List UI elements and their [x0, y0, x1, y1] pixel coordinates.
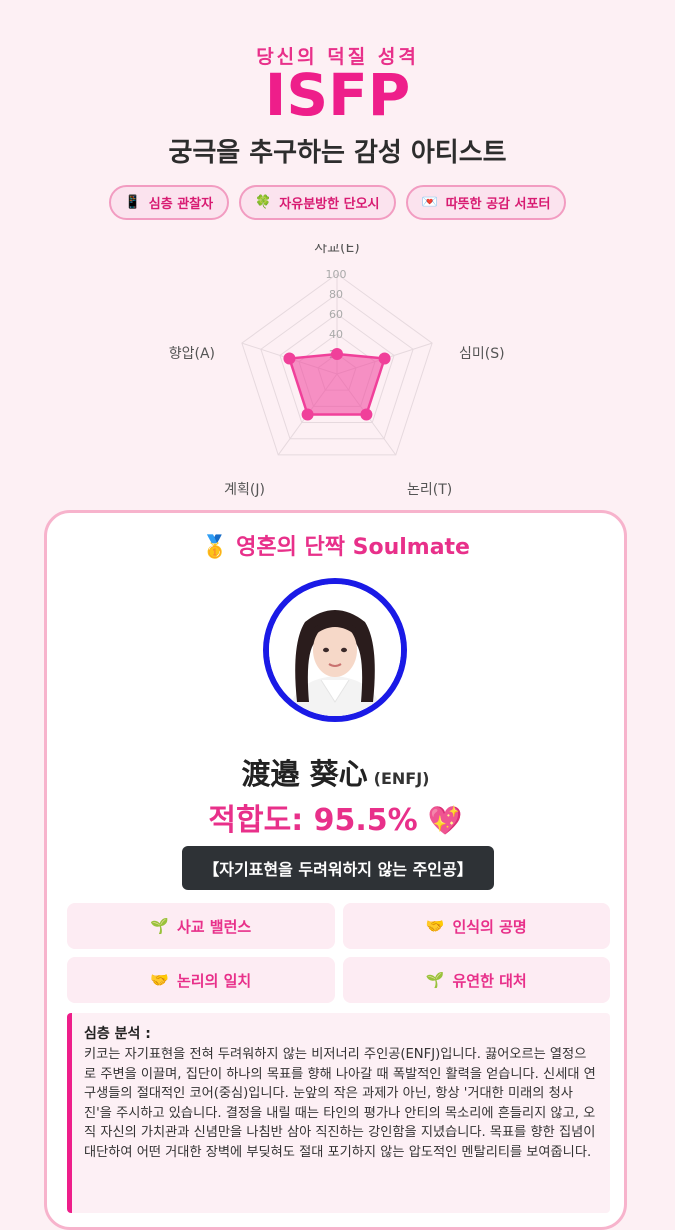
medal-icon: 🥇 [201, 535, 229, 560]
trait-item: 🤝 인식의 공명 [342, 903, 610, 949]
radar-data-point [331, 348, 343, 360]
personality-tagline: 궁극을 추구하는 감성 아티스트 [168, 138, 507, 168]
seedling-icon: 🌱 [150, 917, 169, 935]
soulmate-card: 🥇 영혼의 단짝 Soulmate 渡邉 葵心 (ENFJ) 적합도: 95.5%… [44, 510, 627, 1230]
handshake-icon: 🤝 [150, 971, 169, 989]
radar-tick-label: 80 [329, 288, 343, 301]
radar-axis-label: 사교(E) [314, 244, 360, 256]
radar-data-point [283, 352, 296, 365]
badge-supporter: 💌 따뜻한 공감 서포터 [405, 185, 567, 220]
avatar [263, 578, 407, 722]
soulmate-name: 渡邉 葵心 [241, 757, 368, 791]
trait-item: 🌱 사교 밸런스 [67, 903, 335, 949]
radar-tick-label: 40 [329, 328, 343, 341]
radar-axis-label: 심미(S) [459, 346, 505, 362]
sparkling-heart-icon: 💖 [427, 804, 463, 837]
badge-label: 따뜻한 공감 서포터 [445, 197, 551, 212]
radar-tick-label: 60 [329, 308, 343, 321]
clover-icon: 🍀 [255, 195, 272, 210]
trait-label: 인식의 공명 [452, 917, 527, 936]
analysis-box: 심층 분석 : 키코는 자기표현을 전혀 두려워하지 않는 비저너리 주인공(E… [67, 1013, 610, 1213]
analysis-title: 심층 분석 : [84, 1026, 151, 1042]
soulmate-title-text: 영혼의 단짝 Soulmate [236, 535, 470, 560]
radar-data-point [301, 408, 314, 421]
role-tag: 【자기표현을 두려워하지 않는 주인공】 [182, 846, 494, 890]
radar-axis-label: 논리(T) [407, 482, 452, 498]
badge-label: 심층 관찰자 [148, 197, 214, 212]
trait-item: 🤝 논리의 일치 [67, 957, 335, 1003]
badge-label: 자유분방한 단오시 [279, 197, 380, 212]
radar-axis-label: 계획(J) [224, 482, 265, 498]
trait-item: 🌱 유연한 대처 [342, 957, 610, 1003]
seedling-icon: 🌱 [425, 971, 445, 989]
radar-axis-label: 향압(A) [169, 346, 215, 362]
radar-chart: 10080604020사교(E)심미(S)논리(T)계획(J)향압(A) [169, 244, 505, 498]
compatibility-score: 적합도: 95.5% 💖 [47, 795, 624, 839]
compatibility-text: 적합도: 95.5% [208, 803, 418, 838]
soulmate-mbti: (ENFJ) [373, 769, 430, 788]
trait-label: 사교 밸런스 [176, 917, 252, 936]
radar-data-point [360, 408, 373, 421]
trait-grid: 🌱 사교 밸런스 🤝 인식의 공명 🤝 논리의 일치 🌱 유연한 대처 [67, 903, 610, 1003]
handshake-icon: 🤝 [425, 917, 445, 935]
radar-series-area [287, 352, 387, 416]
soulmate-title: 🥇 영혼의 단짝 Soulmate [47, 529, 624, 561]
soulmate-name-line: 渡邉 葵心 (ENFJ) [47, 751, 624, 793]
badge-free-spirit: 🍀 자유분방한 단오시 [239, 185, 396, 220]
trait-label: 유연한 대처 [452, 971, 527, 990]
phone-icon: 📱 [124, 195, 141, 210]
love-letter-icon: 💌 [421, 195, 438, 210]
trait-label: 논리의 일치 [176, 971, 252, 990]
badge-list: 📱 심층 관찰자 🍀 자유분방한 단오시 💌 따뜻한 공감 서포터 [0, 185, 675, 220]
badge-observer: 📱 심층 관찰자 [108, 185, 230, 220]
radar-data-point [378, 352, 391, 365]
radar-tick-label: 100 [326, 268, 347, 281]
analysis-body: 키코는 자기표현을 전혀 두려워하지 않는 비저너리 주인공(ENFJ)입니다.… [84, 1047, 596, 1160]
mbti-type: ISFP [264, 61, 411, 129]
